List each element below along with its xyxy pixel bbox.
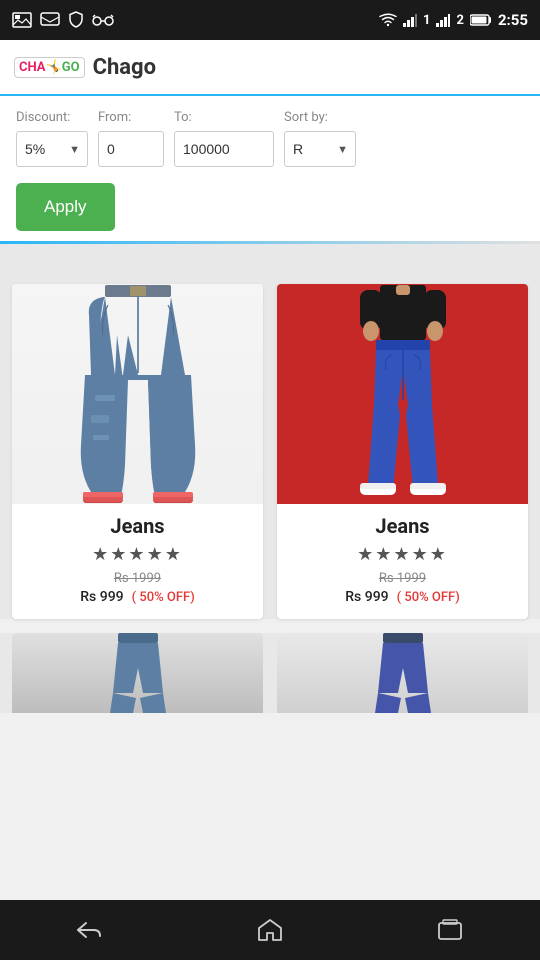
status-icons xyxy=(12,11,114,29)
product-name-1: Jeans xyxy=(24,514,251,538)
to-input[interactable] xyxy=(174,131,274,167)
jeans-svg-2 xyxy=(338,285,468,503)
product-original-price-1: Rs 1999 xyxy=(24,571,251,586)
app-title: Chago xyxy=(93,55,156,80)
product-card-1[interactable]: Jeans ★★★★★ Rs 1999 Rs 999 ( 50% OFF) xyxy=(12,284,263,619)
products-grid: Jeans ★★★★★ Rs 1999 Rs 999 ( 50% OFF) xyxy=(0,264,540,619)
sortby-select[interactable]: R A-Z Price xyxy=(284,131,356,167)
carrier-number: 1 xyxy=(423,13,430,28)
product-stars-1: ★★★★★ xyxy=(24,544,251,565)
wifi-icon xyxy=(379,13,397,27)
sortby-label: Sort by: xyxy=(284,110,356,125)
spacer xyxy=(0,244,540,264)
filter-section: Discount: 5% 10% 20% 30% 50% ▼ From: To: xyxy=(0,96,540,241)
home-icon xyxy=(257,918,283,942)
product-sale-row-2: Rs 999 ( 50% OFF) xyxy=(289,589,516,605)
product-original-price-2: Rs 1999 xyxy=(289,571,516,586)
partial-image-2 xyxy=(277,633,528,713)
sortby-group: Sort by: R A-Z Price ▼ xyxy=(284,110,356,167)
partial-card-2[interactable] xyxy=(277,633,528,713)
nav-bar xyxy=(0,900,540,960)
message-icon xyxy=(40,12,60,28)
partial-jeans-svg-1 xyxy=(98,633,178,713)
product-info-1: Jeans ★★★★★ Rs 1999 Rs 999 ( 50% OFF) xyxy=(12,504,263,619)
product-stars-2: ★★★★★ xyxy=(289,544,516,565)
from-label: From: xyxy=(98,110,164,125)
partial-image-1 xyxy=(12,633,263,713)
time: 2:55 xyxy=(498,11,528,29)
discount-group: Discount: 5% 10% 20% 30% 50% ▼ xyxy=(16,110,88,167)
product-name-2: Jeans xyxy=(289,514,516,538)
from-group: From: xyxy=(98,110,164,167)
from-input[interactable] xyxy=(98,131,164,167)
to-label: To: xyxy=(174,110,274,125)
status-right: 1 2 2:55 xyxy=(379,11,528,29)
partial-jeans-svg-2 xyxy=(363,633,443,713)
signal2-icon xyxy=(436,13,450,27)
signal1-icon xyxy=(403,13,417,27)
product-sale-row-1: Rs 999 ( 50% OFF) xyxy=(24,589,251,605)
logo-badge: CHA🤸GO xyxy=(14,57,85,78)
product-image-1 xyxy=(12,284,263,504)
sortby-select-wrap[interactable]: R A-Z Price ▼ xyxy=(284,131,356,167)
recent-button[interactable] xyxy=(410,910,490,950)
apply-button[interactable]: Apply xyxy=(16,183,115,231)
product-card-2[interactable]: Jeans ★★★★★ Rs 1999 Rs 999 ( 50% OFF) xyxy=(277,284,528,619)
gallery-icon xyxy=(12,12,32,28)
product-info-2: Jeans ★★★★★ Rs 1999 Rs 999 ( 50% OFF) xyxy=(277,504,528,619)
spy-icon xyxy=(92,13,114,27)
filter-row: Discount: 5% 10% 20% 30% 50% ▼ From: To: xyxy=(16,110,524,167)
battery-icon xyxy=(470,14,492,26)
header: CHA🤸GO Chago xyxy=(0,40,540,96)
to-group: To: xyxy=(174,110,274,167)
jeans-svg-1 xyxy=(73,285,203,503)
carrier-number2: 2 xyxy=(456,13,463,28)
back-button[interactable] xyxy=(50,910,130,950)
back-icon xyxy=(76,919,104,941)
discount-select-wrap[interactable]: 5% 10% 20% 30% 50% ▼ xyxy=(16,131,88,167)
product-off-badge-2: ( 50% OFF) xyxy=(397,590,460,605)
discount-select[interactable]: 5% 10% 20% 30% 50% xyxy=(16,131,88,167)
discount-label: Discount: xyxy=(16,110,88,125)
recent-icon xyxy=(437,919,463,941)
products-row2 xyxy=(0,633,540,713)
partial-card-1[interactable] xyxy=(12,633,263,713)
product-sale-price-2: Rs 999 xyxy=(345,589,388,605)
product-sale-price-1: Rs 999 xyxy=(80,589,123,605)
home-button[interactable] xyxy=(230,910,310,950)
shield-icon xyxy=(68,11,84,29)
logo-prefix: CHA xyxy=(19,60,46,75)
product-image-2 xyxy=(277,284,528,504)
logo: CHA🤸GO Chago xyxy=(14,55,156,80)
status-bar: 1 2 2:55 xyxy=(0,0,540,40)
product-off-badge-1: ( 50% OFF) xyxy=(132,590,195,605)
logo-suffix: 🤸 xyxy=(46,60,62,75)
